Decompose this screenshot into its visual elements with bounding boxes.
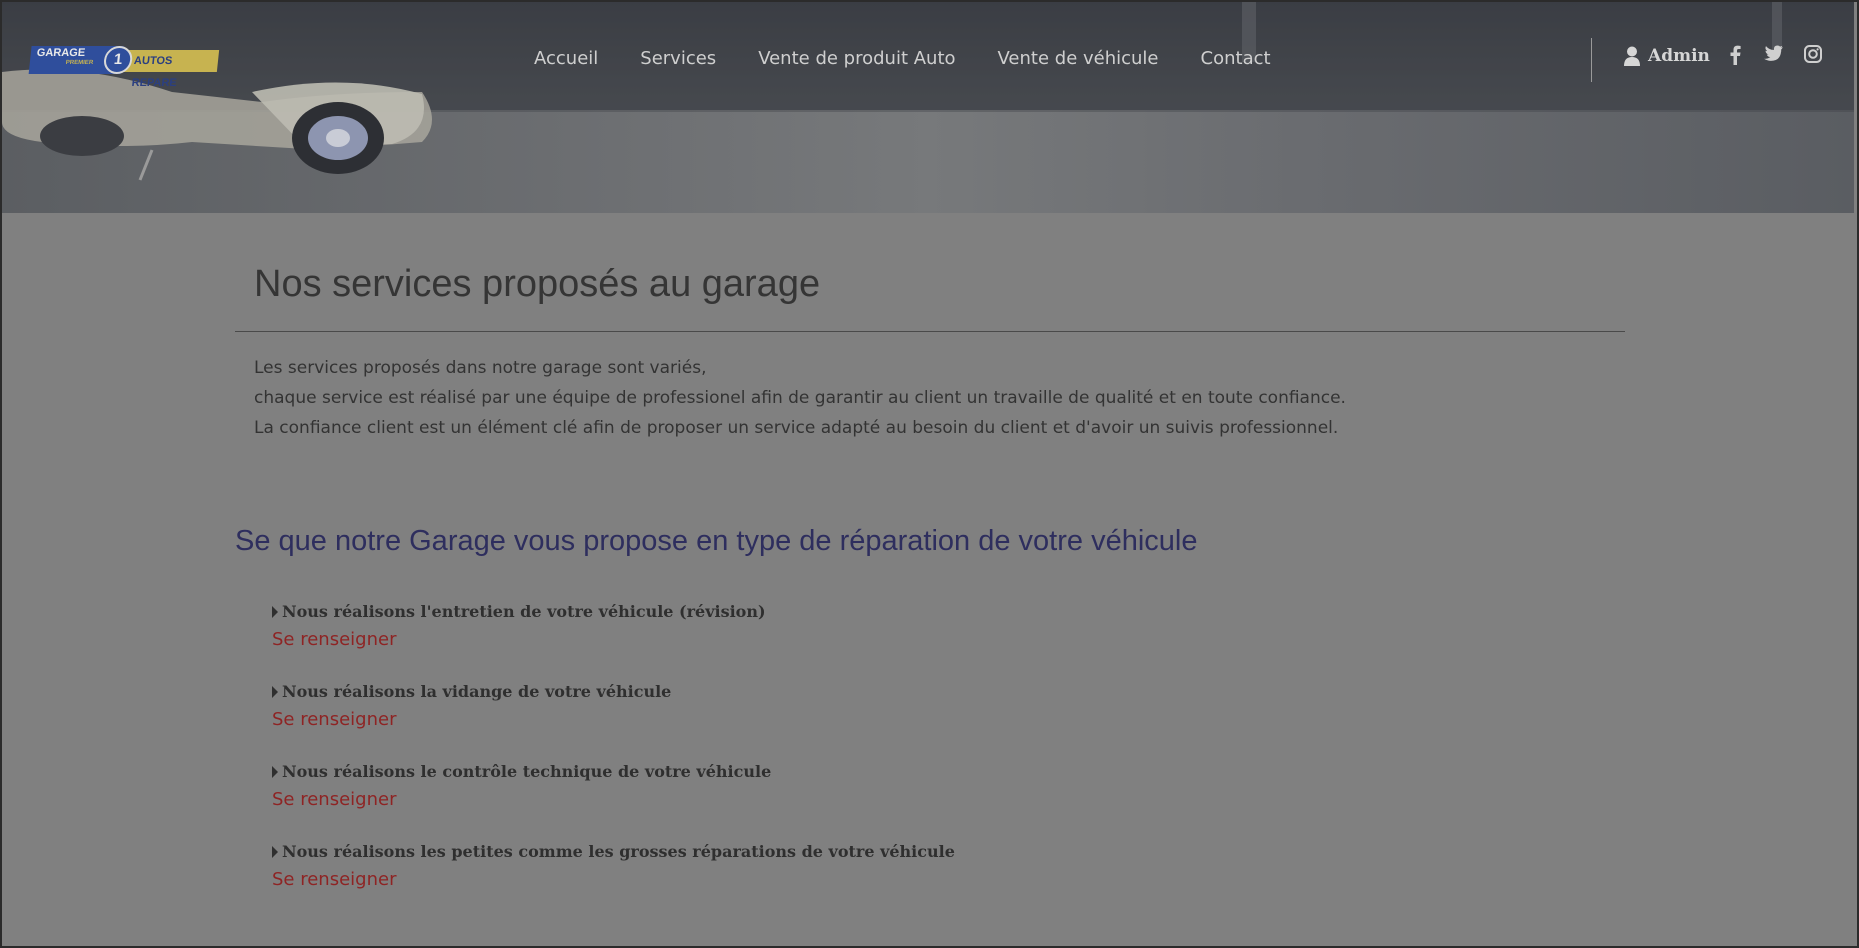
intro-line: chaque service est réalisé par une équip… (254, 388, 1346, 408)
service-item: Nous réalisons le contrôle technique de … (272, 762, 955, 842)
caret-right-icon (272, 605, 278, 618)
service-title: Nous réalisons le contrôle technique de … (272, 762, 955, 781)
service-item: Nous réalisons les petites comme les gro… (272, 842, 955, 922)
caret-right-icon (272, 685, 278, 698)
nav-item-contact[interactable]: Contact (1201, 48, 1271, 69)
intro-text: Les services proposés dans notre garage … (254, 353, 1346, 443)
se-renseigner-link[interactable]: Se renseigner (272, 709, 396, 730)
section-title: Se que notre Garage vous propose en type… (235, 525, 1198, 557)
service-title: Nous réalisons la vidange de votre véhic… (272, 682, 955, 701)
garage-logo[interactable]: GARAGE PREMIER AUTOS REPARE 1 (28, 46, 220, 89)
service-title: Nous réalisons les petites comme les gro… (272, 842, 955, 861)
se-renseigner-link[interactable]: Se renseigner (272, 789, 396, 810)
intro-line: La confiance client est un élément clé a… (254, 418, 1339, 438)
caret-right-icon (272, 845, 278, 858)
service-title-text: Nous réalisons l'entretien de votre véhi… (282, 602, 766, 621)
logo-sub-text: PREMIER (65, 60, 94, 66)
nav-item-vente-produit-auto[interactable]: Vente de produit Auto (758, 48, 955, 69)
service-title-text: Nous réalisons le contrôle technique de … (282, 762, 772, 781)
service-item: Nous réalisons l'entretien de votre véhi… (272, 602, 955, 682)
nav-divider (1591, 38, 1592, 82)
intro-line: Les services proposés dans notre garage … (254, 358, 707, 378)
service-item: Nous réalisons la vidange de votre véhic… (272, 682, 955, 762)
page-title: Nos services proposés au garage (254, 263, 821, 305)
nav-item-vente-vehicule[interactable]: Vente de véhicule (998, 48, 1159, 69)
facebook-icon[interactable] (1729, 45, 1741, 65)
services-list: Nous réalisons l'entretien de votre véhi… (272, 602, 955, 922)
service-title: Nous réalisons l'entretien de votre véhi… (272, 602, 955, 621)
admin-label: Admin (1648, 46, 1710, 66)
twitter-icon[interactable] (1762, 45, 1784, 63)
se-renseigner-link[interactable]: Se renseigner (272, 629, 396, 650)
service-title-text: Nous réalisons les petites comme les gro… (282, 842, 955, 861)
user-icon (1624, 46, 1640, 66)
hero-header: GARAGE PREMIER AUTOS REPARE 1 Accueil Se… (2, 2, 1854, 213)
service-title-text: Nous réalisons la vidange de votre véhic… (282, 682, 672, 701)
title-divider (235, 331, 1625, 332)
se-renseigner-link[interactable]: Se renseigner (272, 869, 396, 890)
admin-account-link[interactable]: Admin (1624, 46, 1710, 66)
nav-item-services[interactable]: Services (640, 48, 716, 69)
nav-item-accueil[interactable]: Accueil (534, 48, 598, 69)
instagram-icon[interactable] (1804, 45, 1822, 63)
caret-right-icon (272, 765, 278, 778)
main-nav: Accueil Services Vente de produit Auto V… (534, 48, 1313, 69)
